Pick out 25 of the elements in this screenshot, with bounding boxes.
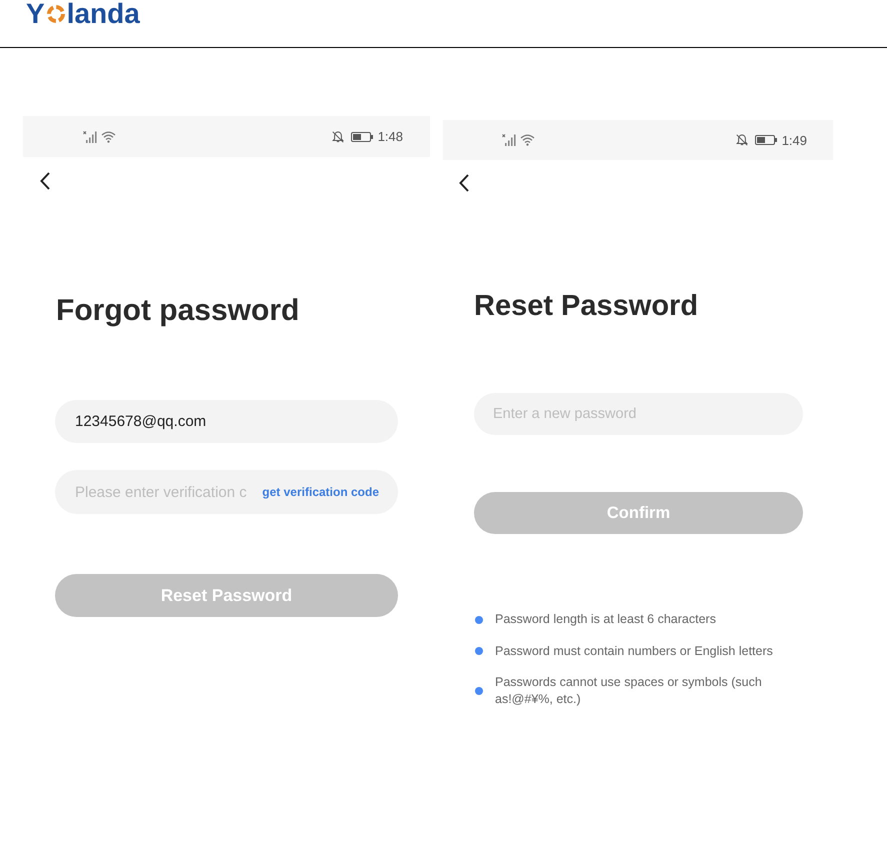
back-icon[interactable] [40,172,50,190]
signal-icon [502,134,516,146]
email-field[interactable]: 12345678@qq.com [55,400,398,443]
page-title: Reset Password [474,289,700,324]
status-time: 1:48 [378,129,403,144]
battery-icon [350,132,373,142]
bullet-icon [475,687,483,695]
get-code-link[interactable]: get verification code [262,485,379,499]
wifi-icon [101,130,116,142]
logo-ring-icon [46,4,66,24]
signal-icon [83,130,97,142]
password-rule-text: Password must contain numbers or English letters [495,642,774,660]
wifi-icon [520,134,535,146]
battery-icon [754,135,777,145]
logo-text: Y [26,0,45,28]
bullet-icon [475,647,483,655]
status-time: 1:49 [782,132,807,148]
back-icon[interactable] [459,174,469,192]
password-rule-text: Passwords cannot use spaces or symbols (such as!@#¥%, etc.) [495,674,763,708]
bell-off-icon [736,134,748,146]
password-rule-text: Password length is at least 6 characters [495,611,717,628]
page-title: Forgot password [56,293,300,329]
bullet-icon [475,616,483,624]
logo-text: landa [66,0,140,28]
bell-off-icon [332,130,344,142]
